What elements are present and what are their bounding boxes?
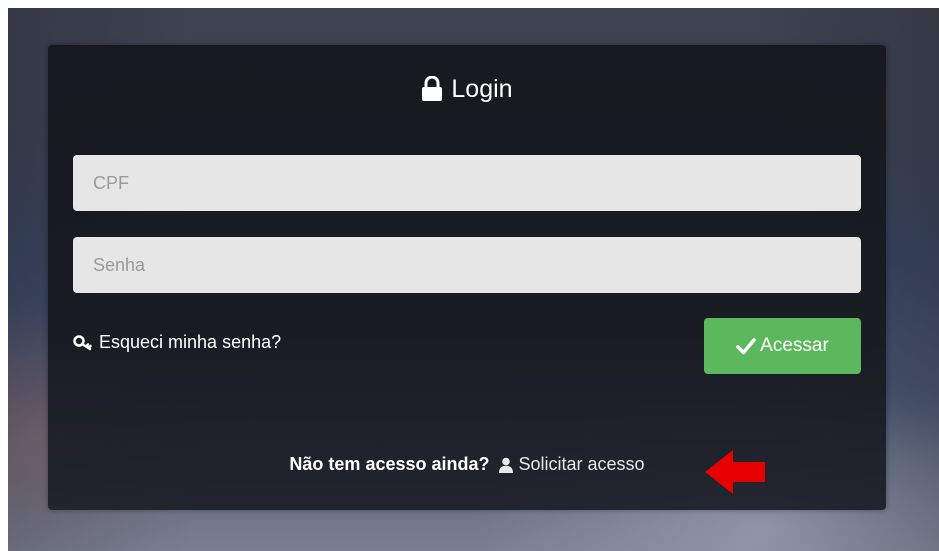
forgot-password-link[interactable]: Esqueci minha senha? — [73, 332, 281, 353]
page-background: Login Esqueci minha senha? Acessar Não t… — [8, 8, 939, 551]
login-title-text: Login — [451, 75, 513, 103]
cpf-input[interactable] — [73, 155, 861, 211]
request-access-link[interactable]: Solicitar acesso — [498, 454, 645, 475]
check-icon — [736, 338, 756, 355]
forgot-password-label: Esqueci minha senha? — [99, 332, 282, 352]
acessar-button[interactable]: Acessar — [704, 318, 861, 374]
user-icon — [498, 457, 513, 473]
password-input[interactable] — [73, 237, 861, 293]
no-access-text: Não tem acesso ainda? — [289, 454, 490, 474]
login-panel: Login Esqueci minha senha? Acessar Não t… — [48, 45, 886, 510]
arrow-left-icon — [705, 450, 765, 494]
login-title: Login — [48, 73, 886, 105]
key-icon — [73, 334, 92, 350]
acessar-button-label: Acessar — [760, 335, 829, 356]
lock-icon — [422, 76, 443, 101]
request-access-label: Solicitar acesso — [518, 454, 645, 474]
